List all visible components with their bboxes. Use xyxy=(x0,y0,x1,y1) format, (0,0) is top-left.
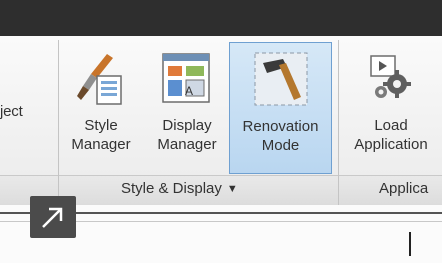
text-cursor xyxy=(409,232,411,256)
style-manager-button[interactable]: Style Manager xyxy=(64,42,138,174)
load-application-label: Load Application xyxy=(354,117,428,153)
style-manager-label: Style Manager xyxy=(71,117,131,153)
display-manager-label: Display Manager xyxy=(157,117,217,153)
svg-text:A: A xyxy=(185,84,193,98)
partial-tool-label[interactable]: ject xyxy=(0,103,50,120)
renovation-mode-icon xyxy=(254,52,307,106)
chevron-down-icon[interactable]: ▼ xyxy=(227,183,238,195)
display-manager-icon: A xyxy=(162,53,210,103)
expand-arrow-icon xyxy=(42,207,63,228)
renovation-mode-label: Renovation Mode xyxy=(242,118,319,154)
display-manager-button[interactable]: A Display Manager xyxy=(150,42,224,174)
panel-title-applications[interactable]: Applica xyxy=(379,180,428,197)
panel-title-style-display[interactable]: Style & Display ▼ xyxy=(121,180,238,197)
load-application-icon xyxy=(370,55,411,98)
title-bar xyxy=(0,0,442,36)
panel-divider xyxy=(58,40,59,205)
expand-button[interactable] xyxy=(30,196,76,238)
renovation-mode-button[interactable]: Renovation Mode xyxy=(229,42,332,174)
load-application-button[interactable]: Load Application xyxy=(344,42,438,174)
panel-divider xyxy=(338,40,339,205)
style-manager-icon xyxy=(77,54,122,105)
